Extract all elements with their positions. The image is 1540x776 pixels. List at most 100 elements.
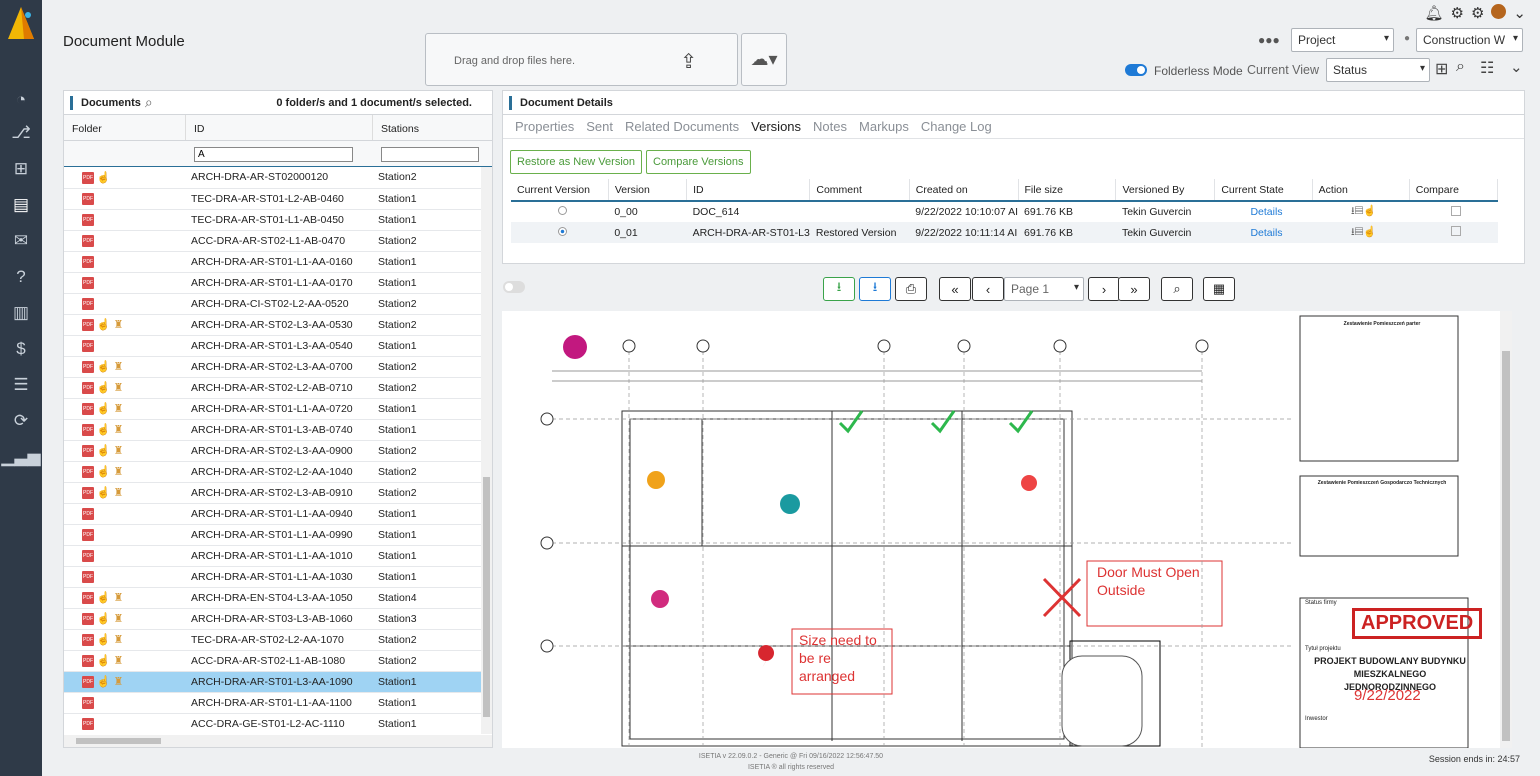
project-select[interactable]: Project ▾ [1291, 28, 1394, 52]
stamp-icon[interactable]: ♜ [114, 424, 124, 436]
print-button[interactable]: ⎙ [895, 277, 927, 301]
table-row[interactable]: PDF ☝ ♜ ARCH-DRA-AR-ST02-L2-AA-1040 Statio… [64, 461, 492, 483]
bell-icon[interactable]: 🔔︎ [1424, 4, 1443, 22]
column-version[interactable]: Version [608, 179, 688, 202]
table-row[interactable]: 0_01 ARCH-DRA-AR-ST01-L3 Restored Version 9… [511, 222, 1498, 243]
current-version-radio[interactable] [511, 201, 608, 222]
workflow-icon[interactable]: ⎇ [7, 120, 35, 146]
viewer-toggle[interactable] [503, 281, 525, 293]
hand-icon[interactable]: ☝ [97, 403, 111, 415]
analytics-icon[interactable]: ▁▃▅ [1, 444, 40, 470]
hand-icon[interactable]: ☝ [97, 676, 111, 688]
viewer-scrollbar[interactable] [1500, 311, 1512, 748]
search-icon[interactable]: ⌕ [145, 94, 153, 111]
hand-icon[interactable]: ☝ [97, 613, 111, 625]
column-action[interactable]: Action [1312, 179, 1410, 202]
table-row[interactable]: PDF ARCH-DRA-AR-ST01-L1-AA-0170 Station1 [64, 272, 492, 294]
current-version-radio[interactable] [511, 222, 609, 243]
chevron-down-icon[interactable]: ⌄ [1510, 58, 1523, 76]
table-row[interactable]: PDF ACC-DRA-AR-ST02-L1-AB-0470 Station2 [64, 230, 492, 252]
help-icon[interactable]: ? [7, 264, 35, 290]
table-row[interactable]: PDF ARCH-DRA-AR-ST01-L3-AA-0540 Station1 [64, 335, 492, 357]
tab-change-log[interactable]: Change Log [915, 119, 998, 134]
clipboard-icon[interactable]: ▥ [7, 300, 35, 326]
table-row[interactable]: PDF ARCH-DRA-AR-ST01-L1-AA-0160 Station1 [64, 251, 492, 273]
stations-filter-input[interactable] [381, 147, 479, 162]
hand-icon[interactable]: ☝ [97, 172, 111, 184]
drawing-viewer[interactable]: Door Must Open Outside Size need to be r… [502, 311, 1512, 748]
horizontal-scrollbar[interactable] [64, 735, 492, 747]
next-page-button[interactable]: › [1088, 277, 1120, 301]
column-id[interactable]: ID [686, 179, 811, 202]
hand-icon[interactable]: ☝ [97, 592, 111, 604]
table-row[interactable]: PDF ARCH-DRA-AR-ST01-L1-AA-1100 Station1 [64, 692, 492, 714]
view-select[interactable]: Status ▾ [1326, 58, 1430, 82]
table-row[interactable]: PDF ARCH-DRA-AR-ST01-L1-AA-0990 Station1 [64, 524, 492, 546]
markup-note-size[interactable]: Size need to be re arranged [799, 631, 889, 685]
table-row[interactable]: PDF ☝ ♜ ARCH-DRA-AR-ST02-L3-AB-0910 Statio… [64, 482, 492, 504]
hand-icon[interactable]: ☝ [97, 655, 111, 667]
column-file-size[interactable]: File size [1018, 179, 1117, 202]
table-icon[interactable]: ⊞ [1435, 59, 1448, 79]
stamp-icon[interactable]: ♜ [114, 319, 124, 331]
list-icon[interactable]: ☷ [1480, 58, 1494, 78]
column-comment[interactable]: Comment [809, 179, 910, 202]
cloud-upload-button[interactable]: ☁▾ [741, 33, 787, 86]
column-current-state[interactable]: Current State [1214, 179, 1313, 202]
chevron-down-icon[interactable]: ⌄ [1513, 4, 1526, 22]
table-row[interactable]: PDF ARCH-DRA-AR-ST01-L1-AA-1030 Station1 [64, 566, 492, 588]
tab-properties[interactable]: Properties [509, 119, 580, 134]
compare-checkbox[interactable] [1409, 201, 1497, 222]
calendar-button[interactable]: ▦ [1203, 277, 1235, 301]
tab-notes[interactable]: Notes [807, 119, 853, 134]
hand-icon[interactable]: ☝ [97, 634, 111, 646]
table-row[interactable]: PDF ☝ ♜ TEC-DRA-AR-ST02-L2-AA-1070 Station… [64, 629, 492, 651]
action-icons[interactable]: ⭳▤☝ [1312, 201, 1409, 222]
table-row[interactable]: PDF TEC-DRA-AR-ST01-L1-AB-0450 Station1 [64, 209, 492, 231]
stamp-icon[interactable]: ♜ [114, 403, 124, 415]
file-drop-zone[interactable]: Drag and drop files here. ⇪ [425, 33, 738, 86]
stamp-icon[interactable]: ♜ [114, 592, 124, 604]
table-row[interactable]: PDF ☝ ♜ ARCH-DRA-AR-ST01-L1-AA-0720 Statio… [64, 398, 492, 420]
previous-page-button[interactable]: ‹ [972, 277, 1004, 301]
compare-checkbox[interactable] [1409, 222, 1498, 243]
vertical-scrollbar[interactable] [481, 167, 492, 734]
download-blue-button[interactable]: ⭳ [859, 277, 891, 301]
report-icon[interactable]: ☰ [7, 372, 35, 398]
tab-related-documents[interactable]: Related Documents [619, 119, 745, 134]
table-row[interactable]: PDF ☝ ♜ ARCH-DRA-AR-ST01-L3-AB-0740 Statio… [64, 419, 492, 441]
hand-icon[interactable]: ☝ [97, 445, 111, 457]
table-row[interactable]: PDF ☝ ♜ ACC-DRA-AR-ST02-L1-AB-1080 Station… [64, 650, 492, 672]
payment-icon[interactable]: $ [7, 336, 35, 362]
markup-note-door[interactable]: Door Must Open Outside [1097, 563, 1222, 599]
download-green-button[interactable]: ⭳ [823, 277, 855, 301]
column-current-version[interactable]: Current Version [511, 179, 609, 202]
column-compare[interactable]: Compare [1409, 179, 1499, 202]
folderless-toggle[interactable] [1125, 64, 1147, 76]
table-row[interactable]: PDF ☝ ♜ ARCH-DRA-EN-ST04-L3-AA-1050 Statio… [64, 587, 492, 609]
hand-icon[interactable]: ☝ [97, 466, 111, 478]
stamp-icon[interactable]: ♜ [114, 634, 124, 646]
hand-icon[interactable]: ☝ [97, 424, 111, 436]
stamp-icon[interactable]: ♜ [114, 613, 124, 625]
details-link[interactable]: Details [1214, 222, 1313, 243]
tab-sent[interactable]: Sent [580, 119, 619, 134]
column-stations[interactable]: Stations [372, 115, 492, 140]
dashboard-icon[interactable]: ◔ [7, 87, 35, 113]
stamp-icon[interactable]: ♜ [114, 676, 124, 688]
stamp-icon[interactable]: ♜ [114, 382, 124, 394]
action-icons[interactable]: ⭳▤☝ [1312, 222, 1410, 243]
compare-versions-button[interactable]: Compare Versions [646, 150, 751, 174]
stamp-icon[interactable]: ♜ [114, 361, 124, 373]
first-page-button[interactable]: « [939, 277, 971, 301]
more-dots-icon[interactable]: ●●● [1258, 33, 1280, 47]
table-row[interactable]: PDF ☝ ♜ ARCH-DRA-AR-ST02-L3-AA-0900 Statio… [64, 440, 492, 462]
stamp-icon[interactable]: ♜ [114, 655, 124, 667]
table-row[interactable]: 0_00 DOC_614 9/22/2022 10:10:07 AI 691.76 K… [511, 201, 1498, 222]
hand-icon[interactable]: ☝ [97, 319, 111, 331]
search-icon[interactable]: ⌕ [1456, 58, 1465, 76]
last-page-button[interactable]: » [1118, 277, 1150, 301]
table-row[interactable]: PDF ACC-DRA-GE-ST01-L2-AC-1110 Station1 [64, 713, 492, 734]
table-row[interactable]: PDF ☝ ♜ ARCH-DRA-AR-ST02-L2-AB-0710 Statio… [64, 377, 492, 399]
table-row[interactable]: PDF ARCH-DRA-AR-ST01-L1-AA-1010 Station1 [64, 545, 492, 567]
